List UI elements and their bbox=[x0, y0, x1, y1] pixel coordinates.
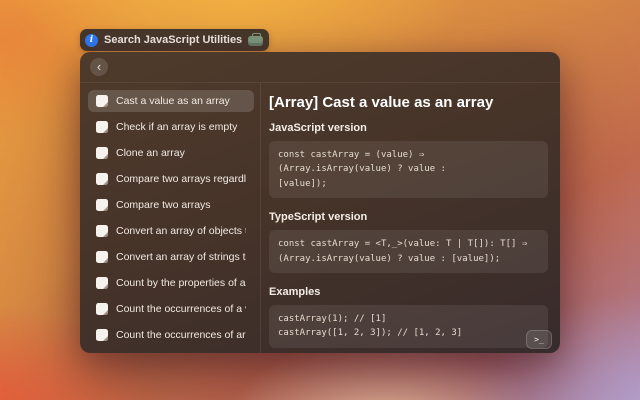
terminal-action-button[interactable]: >_ bbox=[526, 330, 552, 349]
extension-icon bbox=[248, 36, 263, 46]
list-item[interactable]: Convert an array of strings to n... bbox=[88, 246, 254, 268]
list-item[interactable]: Create an array of cumulative... bbox=[88, 350, 254, 353]
code-block-javascript: const castArray = (value) ⇒ (Array.isArr… bbox=[269, 141, 548, 198]
section-heading: TypeScript version bbox=[269, 211, 548, 223]
hotkey-tooltip: i Search JavaScript Utilities bbox=[80, 29, 269, 51]
list-item-label: Cast a value as an array bbox=[116, 95, 230, 107]
detail-title: [Array] Cast a value as an array bbox=[269, 94, 548, 111]
list-item[interactable]: Count by the properties of an a... bbox=[88, 272, 254, 294]
list-item[interactable]: Convert an array of objects to a... bbox=[88, 220, 254, 242]
list-item-label: Count the occurrences of array... bbox=[116, 329, 246, 341]
list-item[interactable]: Compare two arrays regardless... bbox=[88, 168, 254, 190]
list-item-label: Count the occurrences of a val... bbox=[116, 303, 246, 315]
tooltip-label: Search JavaScript Utilities bbox=[104, 34, 242, 46]
document-icon bbox=[96, 95, 108, 107]
document-icon bbox=[96, 199, 108, 211]
list-item[interactable]: Count the occurrences of array... bbox=[88, 324, 254, 346]
list-item[interactable]: Compare two arrays bbox=[88, 194, 254, 216]
app-window: ‹ Cast a value as an array Check if an a… bbox=[80, 52, 560, 353]
list-item-label: Compare two arrays regardless... bbox=[116, 173, 246, 185]
list-item-label: Compare two arrays bbox=[116, 199, 211, 211]
back-button[interactable]: ‹ bbox=[90, 58, 108, 76]
document-icon bbox=[96, 251, 108, 263]
section-heading: Examples bbox=[269, 286, 548, 298]
code-block-examples: castArray(1); // [1] castArray([1, 2, 3]… bbox=[269, 305, 548, 348]
document-icon bbox=[96, 225, 108, 237]
section-examples: Examples castArray(1); // [1] castArray(… bbox=[269, 286, 548, 348]
list-item-label: Convert an array of strings to n... bbox=[116, 251, 246, 263]
list-item[interactable]: Check if an array is empty bbox=[88, 116, 254, 138]
window-content: Cast a value as an array Check if an arr… bbox=[80, 83, 560, 353]
section-heading: JavaScript version bbox=[269, 122, 548, 134]
list-item-label: Convert an array of objects to a... bbox=[116, 225, 246, 237]
document-icon bbox=[96, 329, 108, 341]
document-icon bbox=[96, 277, 108, 289]
list-item[interactable]: Cast a value as an array bbox=[88, 90, 254, 112]
window-toolbar: ‹ bbox=[80, 52, 560, 83]
list-item-label: Check if an array is empty bbox=[116, 121, 237, 133]
document-icon bbox=[96, 303, 108, 315]
info-icon: i bbox=[85, 34, 98, 47]
document-icon bbox=[96, 173, 108, 185]
list-item[interactable]: Count the occurrences of a val... bbox=[88, 298, 254, 320]
list-item[interactable]: Clone an array bbox=[88, 142, 254, 164]
section-typescript: TypeScript version const castArray = <T,… bbox=[269, 211, 548, 273]
document-icon bbox=[96, 121, 108, 133]
list-item-label: Clone an array bbox=[116, 147, 185, 159]
list-item-label: Count by the properties of an a... bbox=[116, 277, 246, 289]
detail-pane: [Array] Cast a value as an array JavaScr… bbox=[261, 83, 560, 353]
code-block-typescript: const castArray = <T,_>(value: T | T[]):… bbox=[269, 230, 548, 273]
section-javascript: JavaScript version const castArray = (va… bbox=[269, 122, 548, 198]
document-icon bbox=[96, 147, 108, 159]
utilities-list: Cast a value as an array Check if an arr… bbox=[80, 83, 261, 353]
